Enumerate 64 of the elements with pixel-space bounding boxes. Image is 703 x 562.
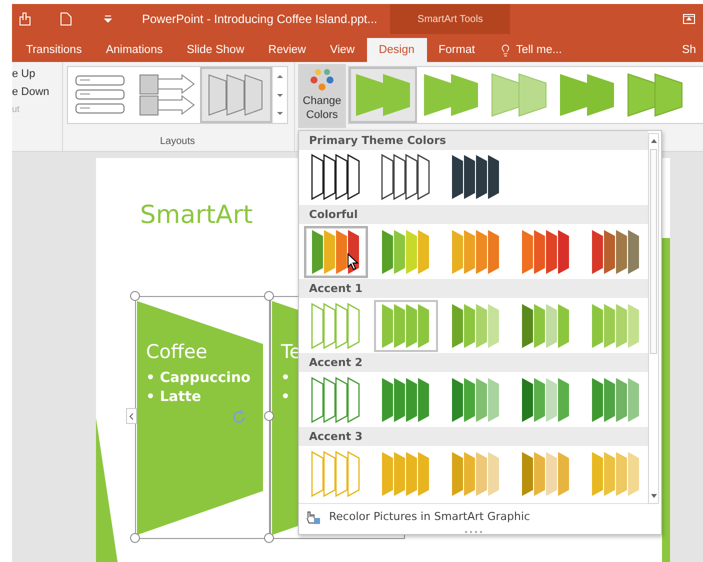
- group-label: Layouts: [160, 136, 196, 147]
- caret-icon: [650, 139, 656, 143]
- expand-icon: [277, 111, 283, 116]
- new-file-button[interactable]: [60, 12, 72, 26]
- bullet-item: •: [281, 369, 291, 388]
- ribbon-tab[interactable]: View: [318, 38, 367, 62]
- text-pane-button[interactable]: [126, 408, 137, 424]
- mouse-pointer-icon: [347, 253, 359, 271]
- resize-handle[interactable]: [130, 291, 140, 301]
- trapezoid-pair-icon: [421, 71, 481, 119]
- section-heading: Accent 3: [299, 427, 648, 446]
- caret-icon: [277, 92, 283, 98]
- window-title: PowerPoint - Introducing Coffee Island.ppt...: [142, 12, 378, 26]
- ribbon-tab[interactable]: Review: [256, 38, 318, 62]
- customize-button[interactable]: [104, 15, 112, 23]
- hand-icon: [18, 12, 32, 26]
- ribbon-display-icon: [683, 14, 695, 24]
- trapezoid-pair-icon: [353, 71, 413, 119]
- scroll-thumb[interactable]: [650, 149, 657, 354]
- section-heading: Accent 2: [299, 353, 648, 372]
- trapezoid-pair-icon: [489, 71, 549, 119]
- touch-mode-button[interactable]: [18, 12, 32, 26]
- section-heading: Colorful: [299, 205, 648, 224]
- change-colors-button[interactable]: Change Colors: [298, 64, 346, 128]
- bullet-item: • Latte: [146, 388, 202, 407]
- ribbon-tab[interactable]: Sh: [670, 38, 703, 62]
- layout-option[interactable]: [200, 67, 272, 123]
- slide-title: SmartArt: [140, 200, 253, 229]
- ribbon-command[interactable]: e Up: [12, 68, 62, 80]
- section-heading: Accent 1: [299, 279, 648, 298]
- recolor-pictures-option[interactable]: Recolor Pictures in SmartArt Graphic: [299, 503, 648, 530]
- rotate-handle-icon[interactable]: [231, 409, 247, 425]
- funnel-steps-icon: [207, 72, 265, 118]
- ribbon-command[interactable]: e Down: [12, 86, 62, 98]
- ribbon-tab[interactable]: Transitions: [14, 38, 94, 62]
- resize-grip-icon[interactable]: [464, 531, 484, 534]
- color-dots-icon: [309, 68, 335, 92]
- group-label: ut: [12, 104, 21, 114]
- tell-me-search[interactable]: Tell me...: [486, 38, 574, 62]
- color-variant[interactable]: [304, 226, 368, 278]
- resize-handle[interactable]: [130, 533, 140, 543]
- trapezoid-pair-icon: [625, 71, 685, 119]
- resize-handle[interactable]: [264, 411, 274, 421]
- chevron-left-icon: [129, 412, 134, 420]
- caret-icon: [277, 74, 283, 79]
- color-variant[interactable]: [374, 300, 438, 352]
- ribbon-tab[interactable]: Format: [426, 38, 487, 62]
- arrow-process-icon: [138, 72, 196, 118]
- ribbon-tab[interactable]: Slide Show: [174, 38, 256, 62]
- recolor-pictures-icon: [305, 508, 321, 525]
- ribbon-display-button[interactable]: [683, 14, 695, 24]
- trapezoid-pair-icon: [557, 71, 617, 119]
- caret-icon: [104, 15, 112, 23]
- caret-icon: [650, 494, 656, 498]
- bullet-item: • Cappuccino: [146, 369, 251, 388]
- context-tab-title: SmartArt Tools: [390, 4, 510, 34]
- ribbon-tab[interactable]: Animations: [94, 38, 175, 62]
- resize-handle[interactable]: [264, 291, 274, 301]
- shape-heading: Coffee: [146, 341, 208, 363]
- ribbon-tab[interactable]: Design: [366, 38, 427, 62]
- section-heading: Primary Theme Colors: [299, 131, 648, 150]
- bullet-item: •: [281, 388, 291, 407]
- resize-handle[interactable]: [264, 533, 274, 543]
- page-icon: [60, 12, 72, 26]
